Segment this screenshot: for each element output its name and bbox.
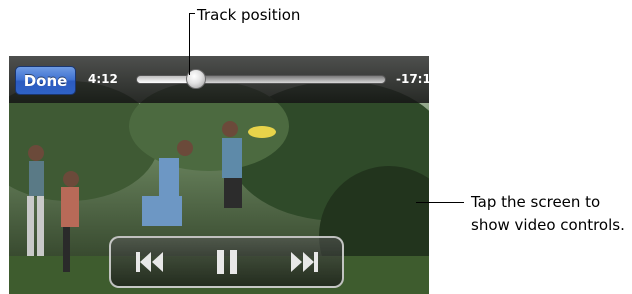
elapsed-time: 4:12 <box>88 72 118 86</box>
track-position-callout-line <box>189 13 190 75</box>
track-position-callout: Track position <box>197 6 301 24</box>
tap-screen-callout-line1: Tap the screen to <box>471 193 601 211</box>
tap-screen-callout-line <box>416 202 464 203</box>
next-track-icon <box>290 252 318 272</box>
previous-track-icon <box>135 252 163 272</box>
track-position-callout-tick <box>189 13 195 14</box>
done-button[interactable]: Done <box>15 66 76 95</box>
video-screen[interactable]: Done 4:12 -17:10 <box>9 56 429 294</box>
next-track-button[interactable] <box>278 242 330 282</box>
remaining-time: -17:10 <box>396 72 429 86</box>
pause-icon <box>216 250 237 274</box>
tap-screen-callout-line2: show video controls. <box>471 216 625 234</box>
track-position-bar[interactable] <box>136 75 386 84</box>
playback-controls <box>109 236 344 288</box>
previous-track-button[interactable] <box>124 242 176 282</box>
pause-button[interactable] <box>201 242 253 282</box>
